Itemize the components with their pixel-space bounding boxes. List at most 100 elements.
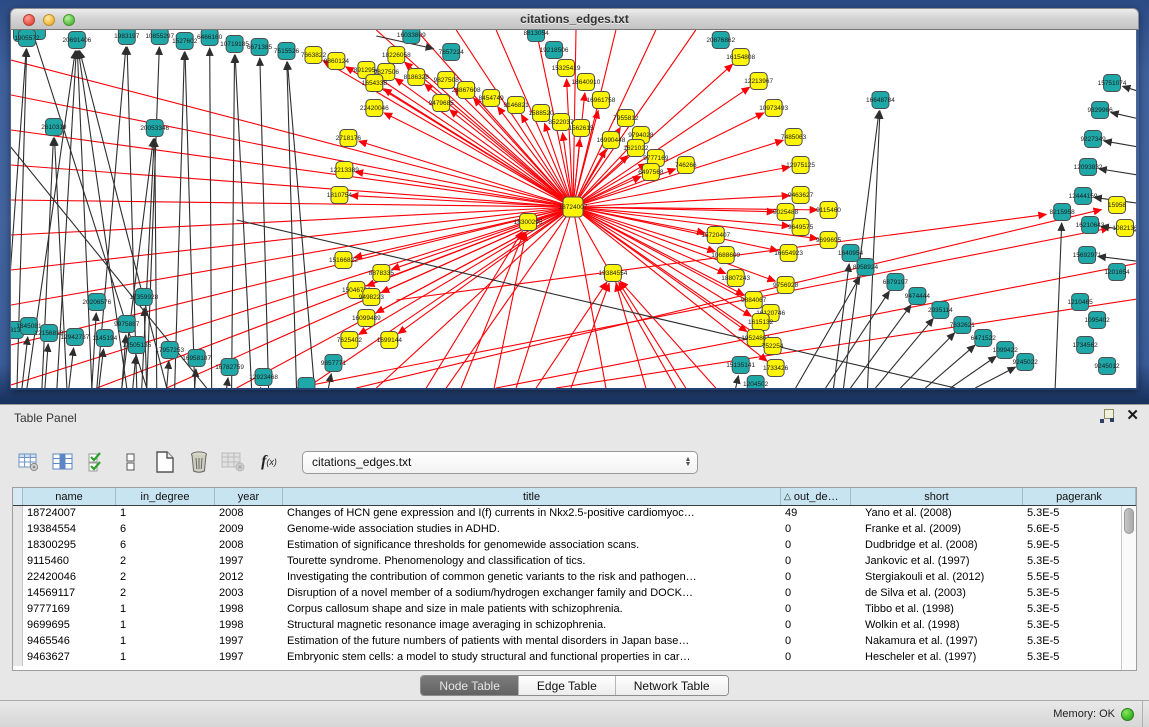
create-column-icon[interactable] — [150, 447, 180, 477]
graph-node-label: 22420046 — [360, 105, 389, 112]
column-header-label: name — [55, 491, 83, 503]
show-column-icon[interactable] — [48, 447, 78, 477]
app-screen: citations_edges.txt 19055722069140619831… — [0, 0, 1149, 727]
graph-node-label: 1983197 — [114, 33, 140, 40]
graph-node-label: 17359928 — [129, 294, 158, 301]
graph-node-label: 12923468 — [249, 374, 278, 381]
graph-node-label: 15166822 — [329, 257, 358, 264]
citation-edge-black — [232, 55, 235, 388]
graph-node-label: 12505135 — [122, 342, 151, 349]
delete-table-icon[interactable] — [218, 447, 248, 477]
cell: 0 — [781, 538, 851, 554]
table-panel-title: Table Panel — [14, 411, 77, 425]
cell: Franke et al. (2009) — [851, 522, 1023, 538]
table-row[interactable]: 1456911722003Disruption of a novel membe… — [13, 586, 1121, 602]
table-row[interactable]: 1872400712008Changes of HCN gene express… — [13, 506, 1121, 522]
citation-edge-black — [175, 52, 185, 388]
graph-node-label: 9474444 — [905, 293, 931, 300]
table-scrollbar[interactable] — [1121, 506, 1136, 670]
cell: 1 — [116, 618, 215, 634]
table-row[interactable]: 1938455462009Genome-wide association stu… — [13, 522, 1121, 538]
column-header-pagerank[interactable]: pagerank — [1023, 488, 1136, 505]
cell: Nakamura et al. (1997) — [851, 634, 1023, 650]
cell: 0 — [781, 522, 851, 538]
delete-column-icon[interactable] — [184, 447, 214, 477]
graph-node-label: 7857224 — [439, 49, 465, 56]
tab-edge-table[interactable]: Edge Table — [519, 676, 616, 695]
citation-edge-black — [1104, 141, 1136, 148]
scrollbar-thumb[interactable] — [1124, 508, 1134, 534]
graph-node-label: 20206576 — [82, 299, 111, 306]
table-row[interactable]: 969969511998Structural magnetic resonanc… — [13, 618, 1121, 634]
cell: 49 — [781, 506, 851, 522]
table-select-dropdown[interactable]: citations_edges.txt ▲▼ — [302, 451, 698, 474]
table-row[interactable]: 911546021997Tourette syndrome. Phenomeno… — [13, 554, 1121, 570]
column-header-indegree[interactable]: in_degree — [116, 488, 215, 505]
table-row[interactable]: 1830029562008Estimation of significance … — [13, 538, 1121, 554]
graph-node-label: 6671385 — [247, 44, 273, 51]
graph-node-label: 1099422 — [993, 347, 1019, 354]
graph-node-label: 2718176 — [336, 135, 362, 142]
cell: 1997 — [215, 650, 283, 666]
graph-node-label: 1201654 — [1104, 269, 1130, 276]
table-row[interactable]: 946554611997Estimation of the future num… — [13, 634, 1121, 650]
citation-edge-red — [619, 282, 686, 388]
graph-node-label: 16648784 — [866, 97, 895, 104]
cell: 5.3E-5 — [1023, 650, 1121, 666]
graph-node-label: 1699144 — [377, 337, 403, 344]
cell: 5.3E-5 — [1023, 602, 1121, 618]
graph-node-label: 9146821 — [503, 102, 529, 109]
cell: 1998 — [215, 618, 283, 634]
network-window[interactable]: citations_edges.txt 19055722069140619831… — [10, 8, 1139, 390]
float-panel-icon[interactable] — [1100, 409, 1114, 423]
graph-node-label: 15720407 — [701, 232, 730, 239]
cell: Corpus callosum shape and size in male p… — [283, 602, 781, 618]
column-header-outde[interactable]: △out_de… — [781, 488, 851, 505]
graph-node-label: 9827508 — [434, 77, 460, 84]
tab-network-table[interactable]: Network Table — [616, 676, 728, 695]
column-header-short[interactable]: short — [851, 488, 1023, 505]
network-window-titlebar[interactable]: citations_edges.txt — [10, 8, 1139, 30]
memory-ok-indicator[interactable] — [1121, 708, 1134, 721]
row-gutter — [13, 570, 23, 586]
select-columns-icon[interactable] — [82, 447, 112, 477]
citation-edge-black — [185, 52, 195, 388]
network-view-canvas[interactable]: 1905572206914061983197108552971527602646… — [10, 30, 1137, 388]
cell: 1 — [116, 506, 215, 522]
row-gutter — [13, 506, 23, 522]
graph-node-label: 12213967 — [744, 78, 773, 85]
column-header-label: short — [924, 491, 948, 503]
graph-node-cyan[interactable] — [298, 378, 315, 389]
graph-node-label: 2610319 — [41, 124, 67, 131]
graph-node-label: 1615132 — [748, 319, 774, 326]
citation-edge-black — [195, 369, 196, 388]
column-header-name[interactable]: name — [23, 488, 116, 505]
citation-edge-red — [616, 284, 646, 388]
column-header-year[interactable]: year — [215, 488, 283, 505]
row-height-icon[interactable] — [116, 447, 146, 477]
function-builder-icon[interactable]: f(x) — [254, 447, 284, 477]
citation-network-graph[interactable]: 1905572206914061983197108552971527602646… — [11, 30, 1136, 388]
column-management-icon[interactable] — [14, 447, 44, 477]
table-tab-bar: Node Table Edge Table Network Table — [0, 675, 1149, 701]
column-header-title[interactable]: title — [283, 488, 781, 505]
cell: 2 — [116, 570, 215, 586]
cell: 1997 — [215, 554, 283, 570]
graph-node-label: 1204502 — [743, 381, 769, 388]
table-row[interactable]: 977716911998Corpus callosum shape and si… — [13, 602, 1121, 618]
cell: 9777169 — [23, 602, 116, 618]
close-panel-icon[interactable]: ✕ — [1126, 409, 1139, 423]
graph-node-label: 19384554 — [599, 270, 628, 277]
table-row[interactable]: 946362711997Embryonic stem cells: a mode… — [13, 650, 1121, 666]
cell: 5.3E-5 — [1023, 554, 1121, 570]
graph-node-label: 1845081 — [16, 323, 42, 330]
graph-node-label: 16958187 — [182, 355, 211, 362]
cell: 0 — [781, 634, 851, 650]
cell: Estimation of the future numbers of pati… — [283, 634, 781, 650]
table-row[interactable]: 2242004622012Investigating the contribut… — [13, 570, 1121, 586]
tab-node-table[interactable]: Node Table — [421, 676, 519, 695]
cell: 1 — [116, 634, 215, 650]
window-title: citations_edges.txt — [11, 12, 1138, 26]
citation-edge-black — [54, 138, 66, 388]
cell: 14569117 — [23, 586, 116, 602]
